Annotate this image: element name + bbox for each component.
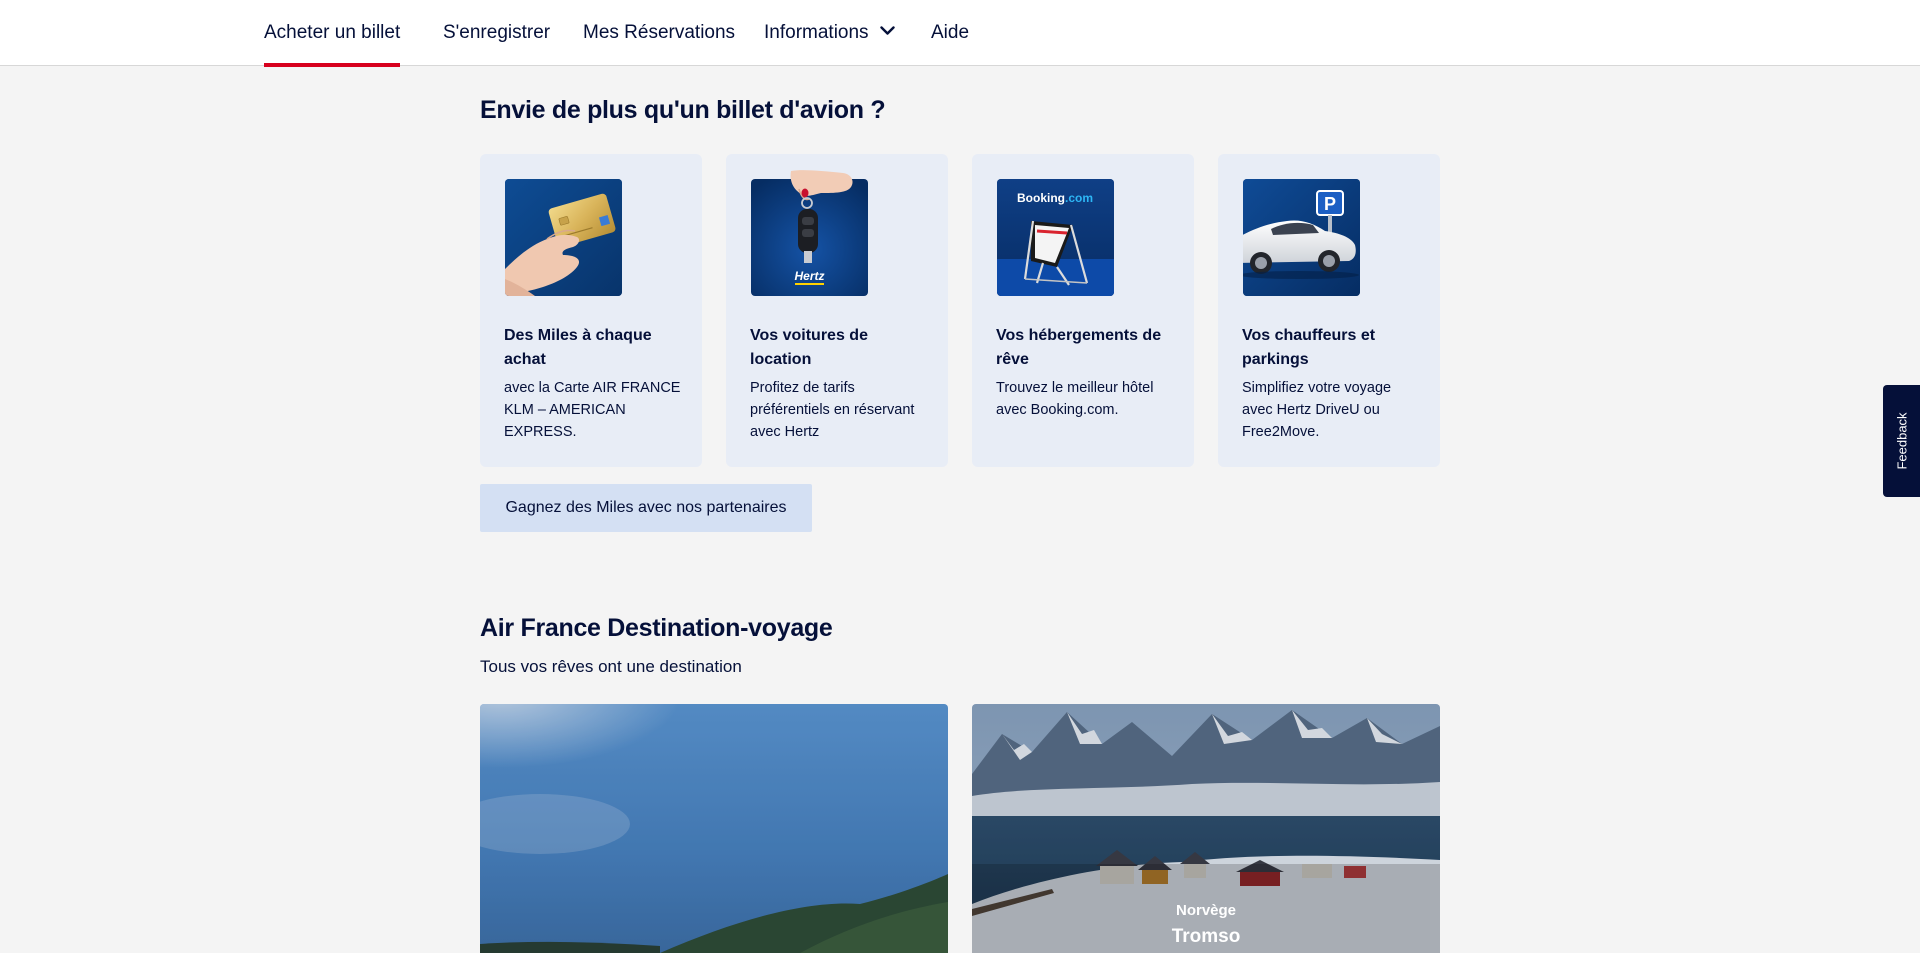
destination-image	[480, 704, 948, 953]
card-description: Simplifiez votre voyage avec Hertz Drive…	[1242, 380, 1392, 440]
destination-tile-tromso[interactable]: Norvège Tromso	[972, 704, 1440, 953]
feedback-label: Feedback	[1894, 412, 1909, 470]
nav-tab-s-enregistrer[interactable]: S'enregistrer	[443, 0, 550, 66]
partner-card-accommodation[interactable]: Booking.com Vos hébergements de rêve Tro…	[972, 154, 1194, 467]
top-navigation: Acheter un billet S'enregistrer Mes Rése…	[0, 0, 1920, 67]
partner-card-car-rental[interactable]: Hertz Vos voitures de location Profitez …	[726, 154, 948, 467]
car-parking-image: P	[1243, 179, 1360, 296]
card-description: Trouvez le meilleur hôtel avec Booking.c…	[996, 380, 1154, 418]
feedback-tab[interactable]: Feedback	[1883, 385, 1920, 497]
destination-tile[interactable]	[480, 704, 948, 953]
nav-tab-label: Mes Réservations	[583, 22, 736, 43]
svg-text:Booking.com: Booking.com	[1017, 191, 1093, 205]
card-description: Profitez de tarifs préférentiels en rése…	[750, 380, 915, 440]
nav-tab-label: S'enregistrer	[443, 22, 551, 43]
chevron-down-icon	[880, 26, 895, 36]
card-title: Vos voitures de location	[750, 327, 868, 368]
nav-tab-informations[interactable]: Informations	[764, 0, 895, 66]
card-description: avec la Carte AIR FRANCE KLM – AMERICAN …	[504, 380, 681, 440]
nav-tab-label: Acheter un billet	[264, 22, 401, 43]
partner-card-miles[interactable]: Des Miles à chaque achat avec la Carte A…	[480, 154, 702, 467]
card-title: Vos hébergements de rêve	[996, 327, 1162, 368]
partners-heading: Envie de plus qu'un billet d'avion ?	[480, 96, 886, 124]
destinations-heading: Air France Destination-voyage	[480, 614, 833, 642]
earn-miles-partners-button[interactable]: Gagnez des Miles avec nos partenaires	[480, 484, 812, 532]
card-title: Des Miles à chaque achat	[504, 327, 652, 368]
svg-text:Hertz: Hertz	[794, 269, 824, 283]
partner-card-chauffeurs-parking[interactable]: P Vos chauffeurs et parkings Simplifiez …	[1218, 154, 1440, 467]
nav-tab-acheter-un-billet[interactable]: Acheter un billet	[264, 0, 401, 67]
nav-tab-aide[interactable]: Aide	[931, 0, 969, 66]
beach-chair-image: Booking.com	[997, 179, 1114, 296]
destination-country: Norvège	[1175, 902, 1237, 919]
destination-city: Tromso	[1171, 926, 1241, 947]
svg-text:P: P	[1324, 194, 1336, 214]
car-key-image: Hertz	[751, 170, 868, 296]
nav-tab-label: Informations	[764, 22, 869, 43]
nav-tab-mes-reservations[interactable]: Mes Réservations	[583, 0, 735, 66]
credit-card-image	[505, 179, 622, 296]
nav-tab-label: Aide	[931, 22, 970, 43]
destinations-subheading: Tous vos rêves ont une destination	[480, 657, 742, 676]
card-title: Vos chauffeurs et parkings	[1242, 327, 1376, 368]
